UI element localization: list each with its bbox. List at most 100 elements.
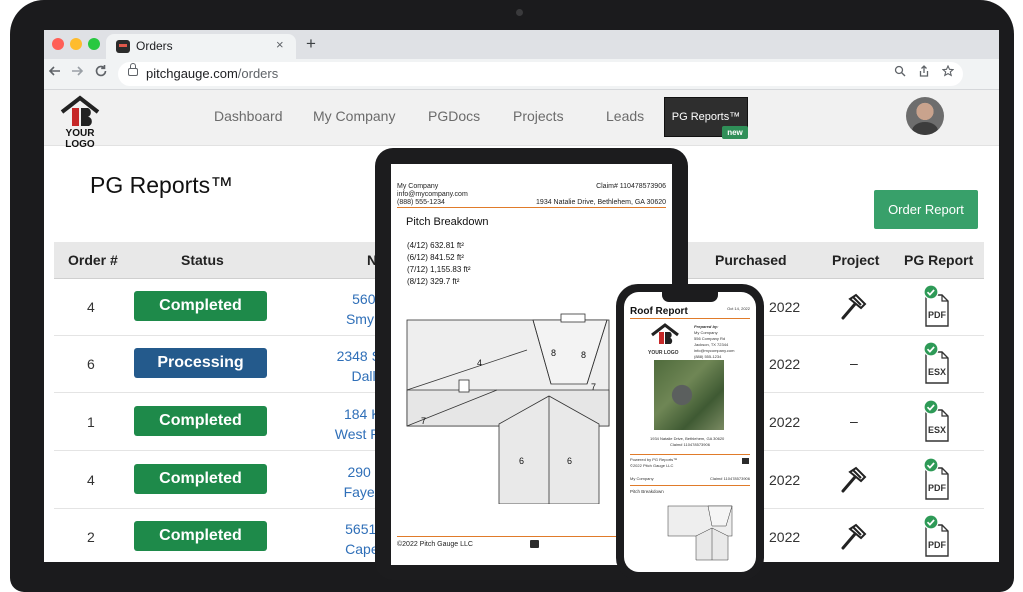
favicon-icon xyxy=(116,40,130,53)
roof-diagram: 4 8 8 7 7 6 6 xyxy=(406,313,610,504)
facet-label: 6 xyxy=(519,456,524,466)
maximize-window-dot[interactable] xyxy=(88,38,100,50)
nav-pgdocs[interactable]: PGDocs xyxy=(428,108,480,124)
nav-pg-reports-label: PG Reports™ xyxy=(671,111,741,123)
phone-device: Roof Report Oct 14, 2022 YOUR LOGO Prepa… xyxy=(616,284,764,580)
phone-rule xyxy=(630,318,750,319)
status-badge: Processing xyxy=(134,348,267,378)
browser-address-bar: pitchgauge.com/orders xyxy=(44,59,999,90)
new-tab-icon[interactable]: + xyxy=(306,34,316,54)
facet-label: 6 xyxy=(567,456,572,466)
phone-notch xyxy=(662,292,718,302)
tab-close-icon[interactable]: × xyxy=(276,37,284,52)
nav-leads[interactable]: Leads xyxy=(606,108,644,124)
company-logo[interactable]: YOUR LOGO xyxy=(52,94,108,150)
order-report-button[interactable]: Order Report xyxy=(874,190,978,229)
back-arrow-icon[interactable] xyxy=(48,64,62,82)
nav-dashboard[interactable]: Dashboard xyxy=(214,108,283,124)
phone-roof-diagram xyxy=(667,505,733,561)
svg-text:PDF: PDF xyxy=(928,483,947,493)
hammer-icon[interactable] xyxy=(837,522,869,552)
pdf-file-icon[interactable]: PDF xyxy=(922,513,952,558)
zoom-icon[interactable] xyxy=(894,65,906,80)
phone-footer-logo-icon xyxy=(742,458,749,464)
pitch-line: (7/12) 1,155.83 ft² xyxy=(407,265,471,274)
order-number: 4 xyxy=(87,299,95,315)
facet-label: 7 xyxy=(591,382,596,392)
pitch-line: (8/12) 329.7 ft² xyxy=(407,277,460,286)
purchased-date: 2022 xyxy=(769,529,801,545)
page-title: PG Reports™ xyxy=(90,172,234,198)
phone-company-small: My Company xyxy=(630,476,654,481)
new-badge: new xyxy=(722,126,748,139)
phone-claim-small: Claim# 110478573906 xyxy=(710,476,750,481)
col-order[interactable]: Order # xyxy=(68,252,118,268)
tab-title: Orders xyxy=(136,39,173,53)
url-text[interactable]: pitchgauge.com/orders xyxy=(146,66,278,81)
user-avatar[interactable] xyxy=(906,97,944,135)
purchased-date: 2022 xyxy=(769,472,801,488)
nav-pg-reports[interactable]: PG Reports™ new xyxy=(664,97,748,139)
pdf-file-icon[interactable]: PDF xyxy=(922,456,952,501)
col-status[interactable]: Status xyxy=(181,252,224,268)
share-icon[interactable] xyxy=(918,65,930,80)
doc-pitch-heading: Pitch Breakdown xyxy=(406,216,489,228)
svg-text:ESX: ESX xyxy=(928,367,946,377)
facet-label: 4 xyxy=(477,358,482,368)
minimize-window-dot[interactable] xyxy=(70,38,82,50)
lock-icon xyxy=(128,63,138,76)
browser-tab-orders[interactable]: Orders × xyxy=(106,34,296,59)
hammer-icon[interactable] xyxy=(837,292,869,322)
no-project-dash: – xyxy=(850,413,858,429)
svg-text:ESX: ESX xyxy=(928,425,946,435)
svg-text:PDF: PDF xyxy=(928,310,947,320)
hammer-icon[interactable] xyxy=(837,465,869,495)
satellite-image xyxy=(654,360,724,430)
status-badge: Completed xyxy=(134,521,267,551)
logo-text: YOUR LOGO xyxy=(65,128,95,150)
phone-logo-text: YOUR LOGO xyxy=(648,350,679,356)
order-number: 2 xyxy=(87,529,95,545)
facet-label: 8 xyxy=(581,350,586,360)
status-badge: Completed xyxy=(134,464,267,494)
col-purchased[interactable]: Purchased xyxy=(715,252,787,268)
camera-dot xyxy=(516,9,523,16)
status-badge: Completed xyxy=(134,291,267,321)
phone-claim: Claim# 110478573906 xyxy=(670,442,710,447)
bookmark-star-icon[interactable] xyxy=(941,64,955,80)
nav-projects[interactable]: Projects xyxy=(513,108,564,124)
house-logo-icon xyxy=(60,95,100,126)
phone-report-title: Roof Report xyxy=(630,306,688,317)
no-project-dash: – xyxy=(850,355,858,371)
col-project[interactable]: Project xyxy=(832,252,879,268)
doc-claim: Claim# 110478573906 xyxy=(596,183,666,190)
doc-header-rule xyxy=(397,207,666,208)
phone-breakdown: Pitch Breakdown xyxy=(630,489,664,494)
doc-address: 1934 Natalie Drive, Bethlehem, GA 30620 xyxy=(536,199,666,206)
purchased-date: 2022 xyxy=(769,299,801,315)
phone-rule xyxy=(630,454,750,455)
reload-icon[interactable] xyxy=(94,64,108,82)
browser-tab-bar: Orders × + xyxy=(44,30,999,59)
phone-logo-icon xyxy=(651,323,679,344)
pitch-line: (6/12) 841.52 ft² xyxy=(407,253,464,262)
site-header: YOUR LOGO Dashboard My Company PGDocs Pr… xyxy=(44,90,999,150)
doc-footer-logo-icon xyxy=(530,540,539,548)
esx-file-icon[interactable]: ESX xyxy=(922,398,952,443)
order-number: 4 xyxy=(87,472,95,488)
pitch-line: (4/12) 632.81 ft² xyxy=(407,241,464,250)
close-window-dot[interactable] xyxy=(52,38,64,50)
phone-rule xyxy=(630,485,750,486)
forward-arrow-icon[interactable] xyxy=(70,64,84,82)
phone-report-date: Oct 14, 2022 xyxy=(727,306,750,311)
pdf-file-icon[interactable]: PDF xyxy=(922,283,952,328)
facet-label: 7 xyxy=(421,416,426,426)
nav-my-company[interactable]: My Company xyxy=(313,108,395,124)
url-bar[interactable]: pitchgauge.com/orders xyxy=(118,62,963,86)
doc-footer: ©2022 Pitch Gauge LLC xyxy=(397,541,473,548)
esx-file-icon[interactable]: ESX xyxy=(922,340,952,385)
status-badge: Completed xyxy=(134,406,267,436)
col-pg-report[interactable]: PG Report xyxy=(904,252,973,268)
facet-label: 8 xyxy=(551,348,556,358)
svg-text:PDF: PDF xyxy=(928,540,947,550)
